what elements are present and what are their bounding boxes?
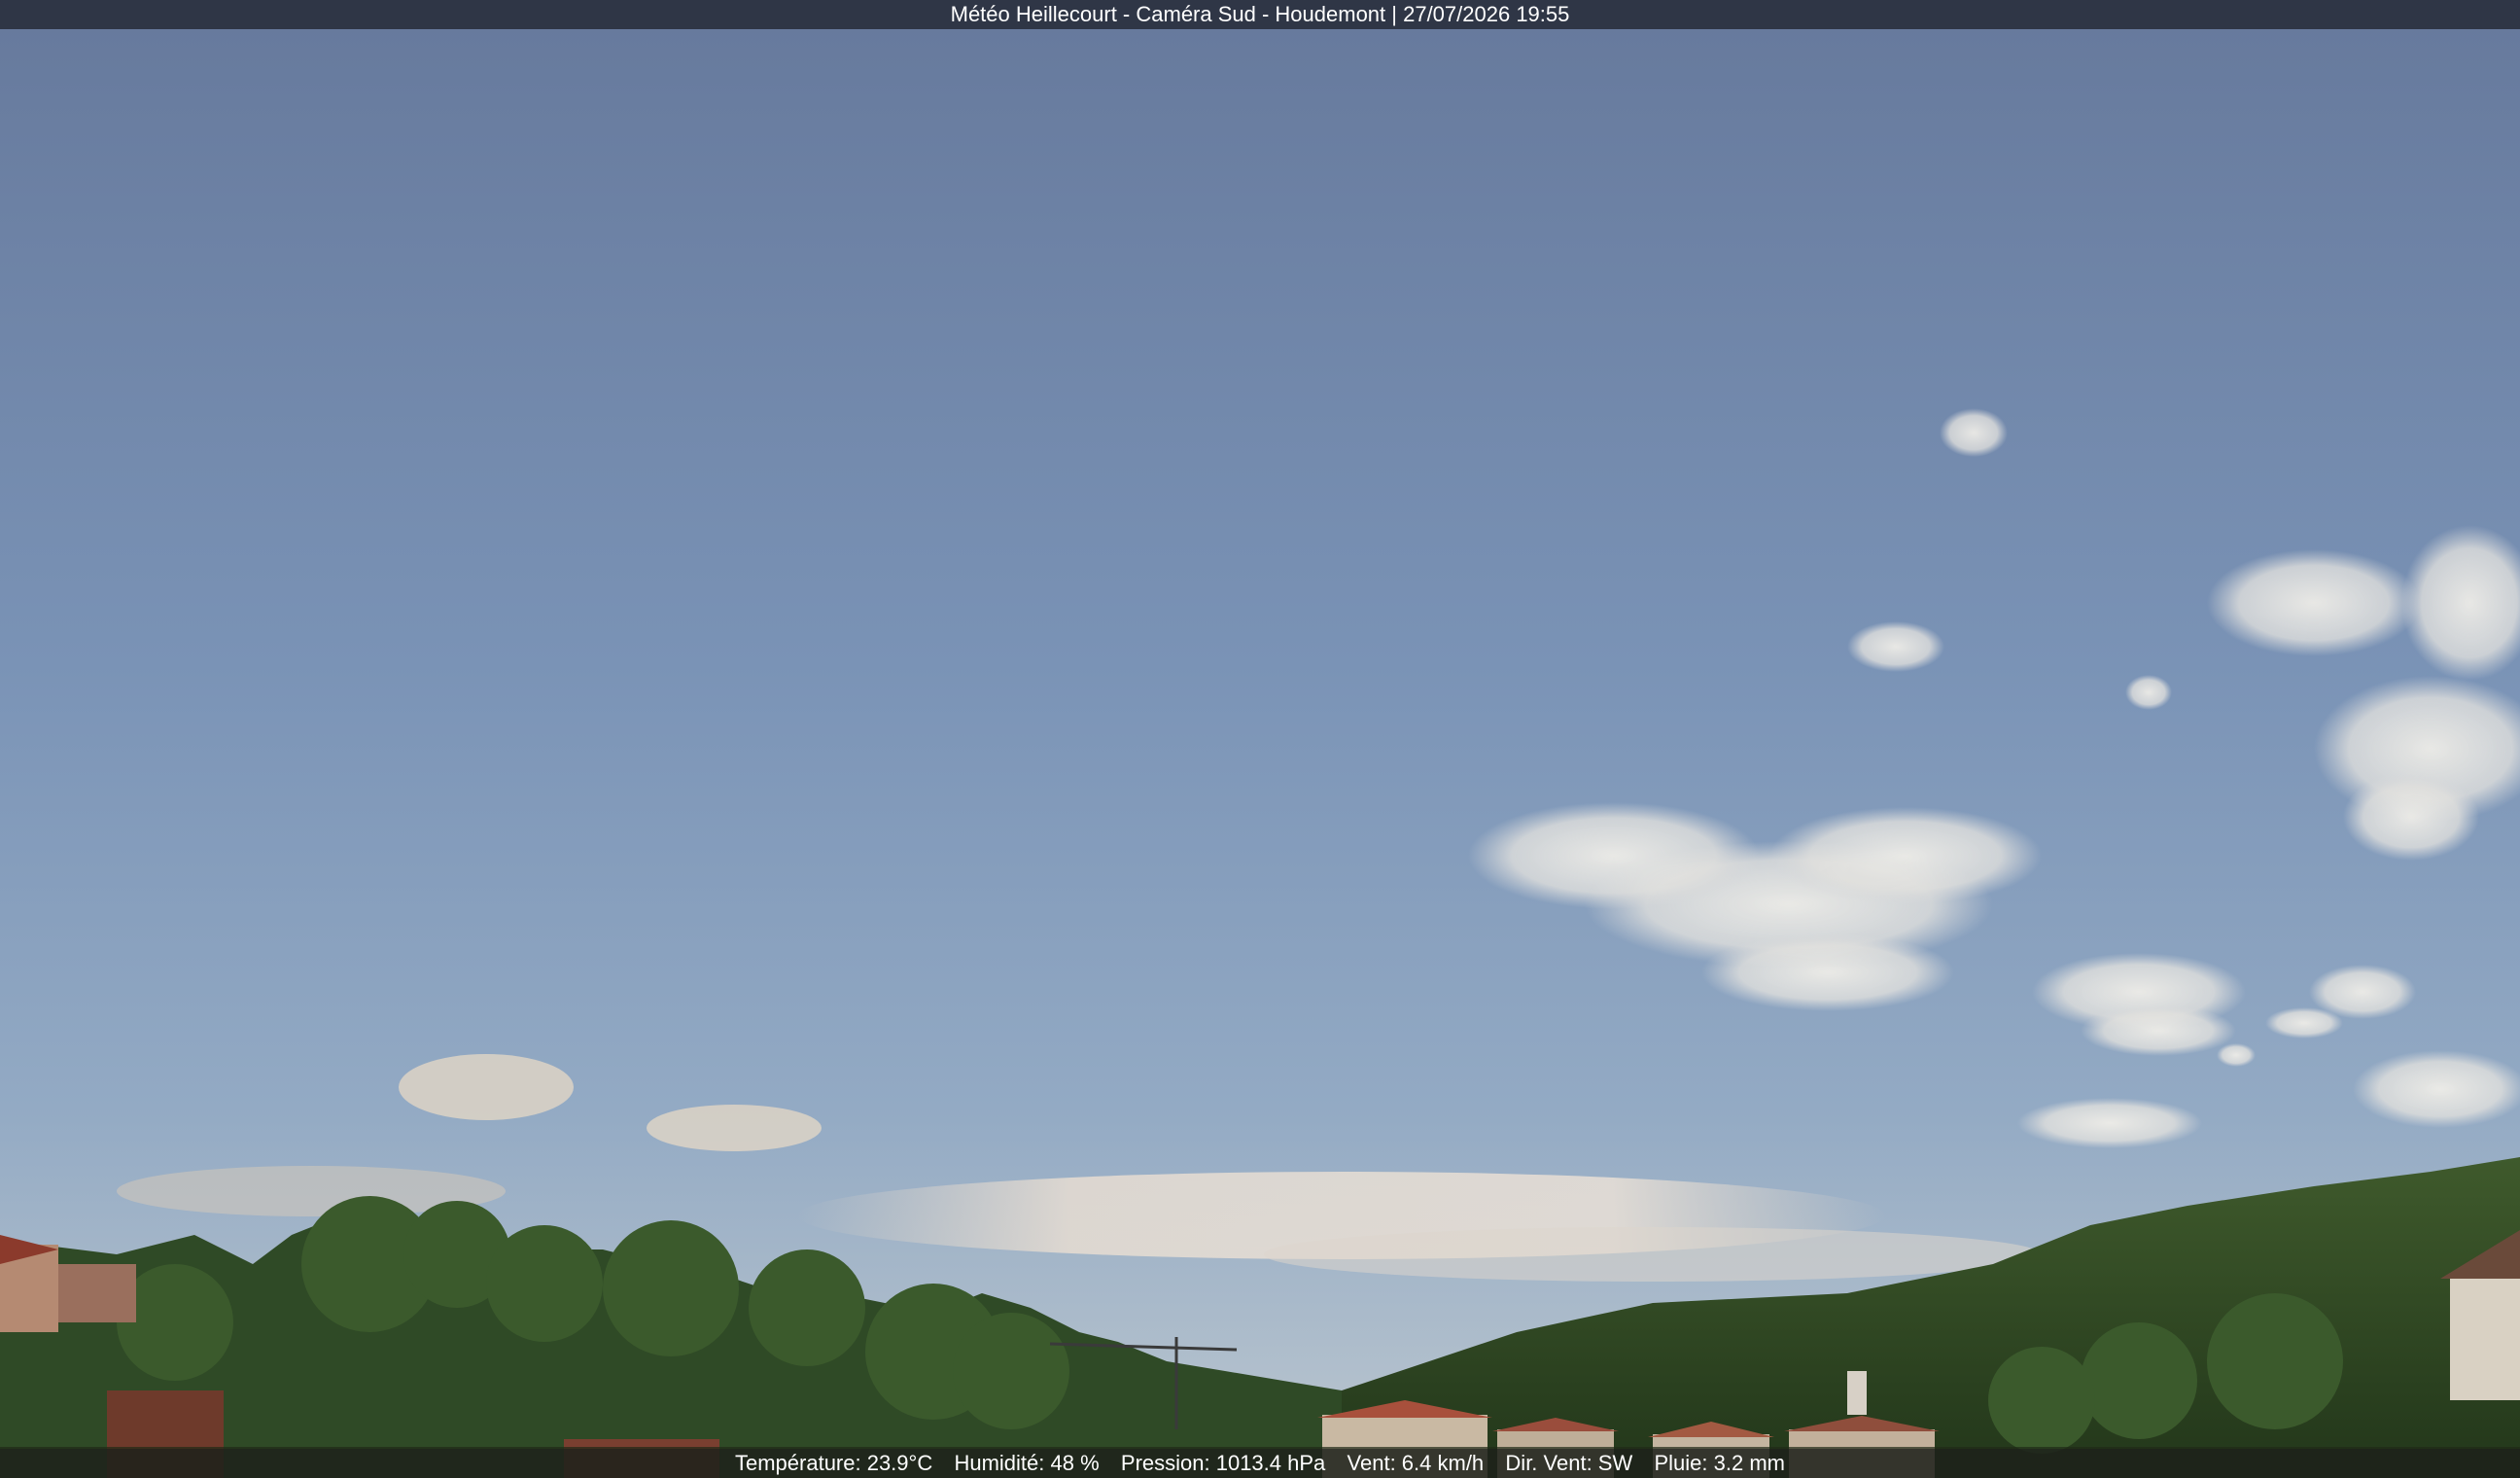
humidity-readout: Humidité: 48 % [954, 1451, 1100, 1475]
weather-info-banner: Température: 23.9°C Humidité: 48 % Press… [0, 1449, 2520, 1478]
wind-readout: Vent: 6.4 km/h [1347, 1451, 1485, 1475]
wind-direction-readout: Dir. Vent: SW [1505, 1451, 1633, 1475]
pressure-readout: Pression: 1013.4 hPa [1120, 1451, 1326, 1475]
temperature-readout: Température: 23.9°C [734, 1451, 933, 1475]
webcam-scene [0, 0, 2520, 1478]
rain-readout: Pluie: 3.2 mm [1654, 1451, 1786, 1475]
camera-title: Météo Heillecourt - Caméra Sud - Houdemo… [950, 2, 1570, 26]
camera-title-banner: Météo Heillecourt - Caméra Sud - Houdemo… [0, 0, 2520, 29]
webcam-frame: Météo Heillecourt - Caméra Sud - Houdemo… [0, 0, 2520, 1478]
